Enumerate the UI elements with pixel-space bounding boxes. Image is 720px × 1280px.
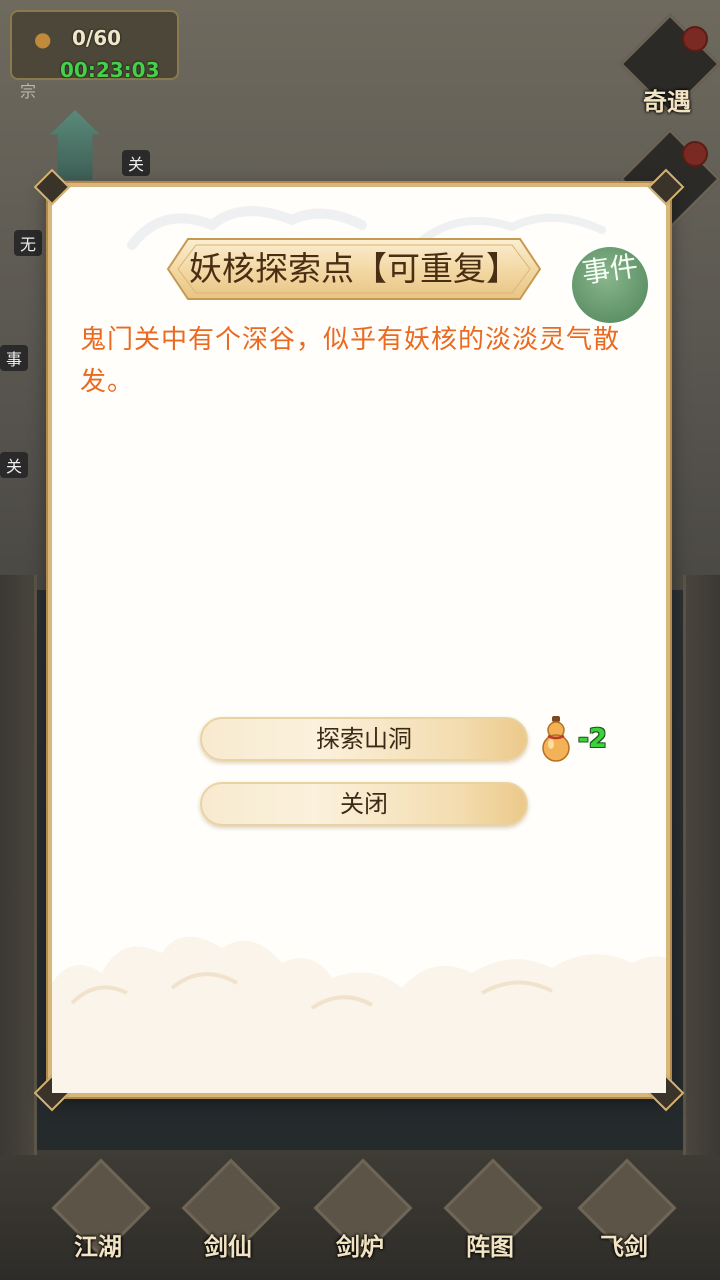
left-scroll-frame	[0, 575, 37, 1155]
tab-label: 剑炉	[336, 1233, 384, 1261]
cost-indicator: -2	[536, 714, 626, 764]
map-tag[interactable]: 事	[0, 345, 29, 371]
notification-dot	[682, 26, 708, 52]
adventure-label: 奇遇	[643, 88, 691, 116]
gourd-icon: ●	[34, 27, 52, 51]
map-tag[interactable]: 关	[122, 150, 151, 176]
resource-counter: 0/60	[72, 26, 122, 50]
seal-text: 事件	[579, 249, 640, 290]
notification-dot	[682, 141, 708, 167]
tab-jianxian[interactable]: 剑仙	[168, 1158, 288, 1275]
tab-jianghu[interactable]: 江湖	[38, 1158, 158, 1275]
tab-label: 阵图	[466, 1233, 514, 1261]
close-button[interactable]: 关闭	[200, 782, 528, 826]
right-scroll-frame	[683, 575, 720, 1155]
countdown-timer: 00:23:03	[60, 58, 160, 82]
gourd-icon	[542, 716, 570, 762]
explore-cave-button[interactable]: 探索山洞	[200, 717, 528, 761]
event-seal-icon: 事件	[572, 247, 648, 323]
cost-value: -2	[578, 724, 607, 754]
tab-feijian[interactable]: 飞剑	[564, 1158, 684, 1275]
tab-zhentu[interactable]: 阵图	[430, 1158, 550, 1275]
cloud-decoration-bottom	[52, 936, 666, 1093]
dialog-title: 妖核探索点【可重复】	[189, 249, 519, 288]
tab-jianlu[interactable]: 剑炉	[300, 1158, 420, 1275]
map-tag[interactable]: 无	[14, 230, 43, 256]
tab-label: 剑仙	[204, 1233, 252, 1261]
tab-label: 飞剑	[600, 1233, 648, 1261]
map-tag[interactable]: 关	[0, 452, 29, 478]
adventure-button[interactable]: 奇遇	[619, 13, 720, 116]
side-label: 宗	[20, 82, 37, 101]
event-dialog: 妖核探索点【可重复】 事件 鬼门关中有个深谷，似乎有妖核的淡淡灵气散发。 探索山…	[33, 168, 685, 1112]
resource-timer-box: ● 0/60 00:23:03	[10, 10, 179, 82]
tab-label: 江湖	[74, 1233, 122, 1261]
event-description: 鬼门关中有个深谷，似乎有妖核的淡淡灵气散发。	[80, 325, 621, 397]
